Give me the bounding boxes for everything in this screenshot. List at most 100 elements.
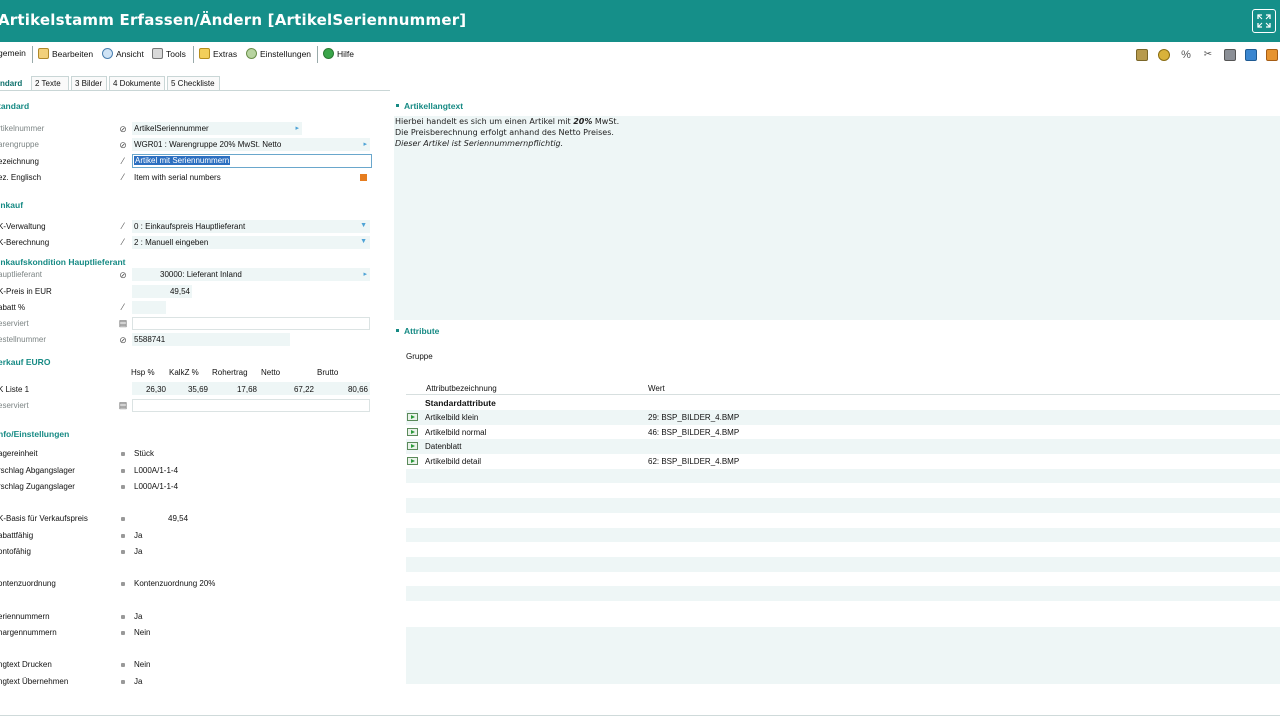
menu-extras[interactable]: Extras	[199, 48, 237, 61]
bezeichnung-value: Artikel mit Seriennummern	[134, 156, 231, 165]
database-icon[interactable]	[1136, 49, 1148, 61]
section-attribute: Attribute	[396, 326, 439, 336]
label-ek-verwaltung: K-Verwaltung	[0, 222, 46, 231]
artikelnummer-field[interactable]: ArtikelSeriennummer ▸	[132, 122, 302, 135]
brutto-value[interactable]: 80,66	[318, 385, 368, 394]
abgangslager-value: L000A/1-1-4	[134, 466, 179, 475]
ek-verwaltung-value: 0 : Einkaufspreis Hauptlieferant	[134, 222, 246, 231]
seriennummern-value: Ja	[134, 612, 143, 621]
tab-standard[interactable]: ndard	[0, 76, 29, 91]
chevron-right-icon[interactable]: ▸	[295, 124, 299, 132]
reserviert-field[interactable]	[132, 317, 370, 330]
bullet-icon	[396, 104, 399, 107]
rohertrag-value[interactable]: 17,68	[215, 385, 257, 394]
hsp-value[interactable]: 26,30	[132, 385, 166, 394]
longtext-bold-percent: 20%	[573, 117, 593, 126]
label-ek-berechnung: K-Berechnung	[0, 238, 50, 247]
transfer-icon[interactable]	[1245, 49, 1257, 61]
zugangslager-value: L000A/1-1-4	[134, 482, 179, 491]
column-netto: Netto	[261, 368, 281, 377]
label-bestellnummer: estellnummer	[0, 335, 47, 344]
chevron-down-icon[interactable]: ▼	[360, 222, 367, 229]
menu-ansicht[interactable]: Ansicht	[102, 48, 144, 61]
chevron-right-icon[interactable]: ▸	[363, 270, 367, 278]
longtext-line-1: Hierbei handelt es sich um einen Artikel…	[395, 117, 619, 126]
pencil-icon: ⁄	[122, 156, 124, 166]
attribute-icon	[407, 427, 418, 436]
rabattfaehig-value: Ja	[134, 531, 143, 540]
chevron-down-icon[interactable]: ▼	[360, 238, 367, 245]
warengruppe-field[interactable]: WGR01 : Warengruppe 20% MwSt. Netto ▸	[132, 138, 370, 151]
attribute-row[interactable]: Datenblatt	[406, 439, 1280, 455]
tab-texte[interactable]: 2 Texte	[31, 76, 69, 91]
longtext-line-1-prefix: Hierbei handelt es sich um einen Artikel…	[395, 117, 574, 126]
ek-berechnung-select[interactable]: 2 : Manuell eingeben ▼	[132, 236, 370, 249]
pencil-icon: ⁄	[122, 237, 124, 247]
kontenzuordnung-value: Kontenzuordnung 20%	[134, 579, 216, 588]
vk-reserviert-field[interactable]	[132, 399, 370, 412]
menu-separator	[32, 46, 33, 63]
tab-checkliste[interactable]: 5 Checkliste	[167, 76, 220, 91]
attribute-icon	[407, 442, 418, 451]
printer-icon[interactable]	[1224, 49, 1236, 61]
attribute-name: Datenblatt	[425, 442, 462, 452]
netto-value[interactable]: 67,22	[262, 385, 314, 394]
label-vk-reserviert: eserviert	[0, 401, 29, 410]
menu-allgemein[interactable]: gemein	[0, 48, 26, 61]
tools-icon	[152, 48, 163, 59]
expand-icon	[1257, 14, 1271, 28]
tab-bilder[interactable]: 3 Bilder	[71, 76, 107, 91]
percent-icon[interactable]: %	[1180, 49, 1192, 61]
artikellangtext-editor[interactable]: Hierbei handelt es sich um einen Artikel…	[394, 116, 1280, 320]
attribute-row[interactable]: Artikelbild normal 46: BSP_BILDER_4.BMP	[406, 425, 1280, 440]
bullet-icon	[121, 631, 125, 635]
ek-basis-value: 49,54	[168, 514, 189, 523]
settings-icon	[246, 48, 257, 59]
menu-tools[interactable]: Tools	[152, 48, 186, 61]
artikelnummer-value: ArtikelSeriennummer	[134, 124, 209, 133]
menu-einstellungen[interactable]: Einstellungen	[246, 48, 311, 61]
pencil-icon: ⁄	[122, 221, 124, 231]
column-wert[interactable]: Wert	[648, 384, 665, 393]
label-hauptlieferant: auptlieferant	[0, 270, 43, 279]
bullet-icon	[121, 485, 125, 489]
label-bezeichnung: ezeichnung	[0, 157, 39, 166]
hauptlieferant-field[interactable]: 30000: Lieferant Inland ▸	[132, 268, 370, 281]
bestellnummer-field[interactable]: 5588741	[132, 333, 290, 346]
gruppe-label[interactable]: Gruppe	[406, 352, 433, 361]
tab-dokumente[interactable]: 4 Dokumente	[109, 76, 165, 91]
chevron-right-icon[interactable]: ▸	[363, 140, 367, 148]
label-langtext-drucken: ngtext Drucken	[0, 660, 52, 669]
ek-verwaltung-select[interactable]: 0 : Einkaufspreis Hauptlieferant ▼	[132, 220, 370, 233]
money-bag-icon[interactable]	[1158, 49, 1170, 61]
translate-icon[interactable]	[360, 174, 367, 181]
column-hsp: Hsp %	[131, 368, 155, 377]
column-attributbezeichnung[interactable]: Attributbezeichnung	[426, 384, 497, 393]
label-seriennummern: eriennummern	[0, 612, 50, 621]
book-icon[interactable]	[1266, 49, 1278, 61]
tools-small-icon[interactable]: ✂	[1202, 49, 1214, 61]
menu-bearbeiten[interactable]: Bearbeiten	[38, 48, 93, 61]
longtext-line-2: Die Preisberechnung erfolgt anhand des N…	[395, 128, 614, 137]
ek-preis-field[interactable]: 49,54	[132, 285, 192, 298]
chargennummern-value: Nein	[134, 628, 151, 637]
menu-hilfe[interactable]: Hilfe	[323, 48, 354, 61]
bullet-icon	[121, 452, 125, 456]
column-brutto: Brutto	[317, 368, 339, 377]
bez-englisch-field[interactable]: Item with serial numbers	[132, 171, 370, 184]
rabatt-input[interactable]	[132, 301, 166, 314]
attribute-row[interactable]: Artikelbild detail 62: BSP_BILDER_4.BMP	[406, 454, 1280, 469]
label-warengruppe: arengruppe	[0, 140, 39, 149]
bezeichnung-input[interactable]: Artikel mit Seriennummern	[132, 154, 372, 168]
bullet-icon	[121, 582, 125, 586]
longtext-line-3: Dieser Artikel ist Seriennummernpflichti…	[395, 139, 564, 148]
label-langtext-uebernehmen: ngtext Übernehmen	[0, 677, 69, 686]
label-bez-englisch: ez. Englisch	[0, 173, 42, 182]
attribute-row[interactable]: Artikelbild klein 29: BSP_BILDER_4.BMP	[406, 410, 1280, 425]
attribute-value: 46: BSP_BILDER_4.BMP	[648, 427, 740, 437]
kalkz-value[interactable]: 35,69	[170, 385, 208, 394]
attribute-empty-row	[406, 527, 1280, 543]
hauptlieferant-value: 30000: Lieferant Inland	[160, 270, 242, 279]
bullet-icon	[121, 550, 125, 554]
maximize-button[interactable]	[1252, 9, 1276, 33]
